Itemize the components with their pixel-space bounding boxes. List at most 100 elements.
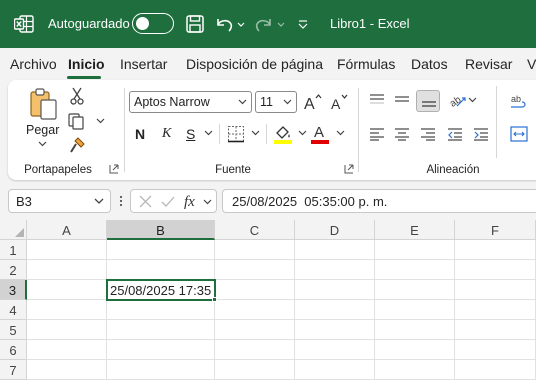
insert-function-icon[interactable]: fx: [183, 193, 201, 210]
grid-cell[interactable]: [27, 300, 107, 320]
grid-cell[interactable]: [107, 240, 215, 260]
grid-cell[interactable]: [295, 280, 375, 300]
tab-formulas[interactable]: Fórmulas: [337, 56, 395, 72]
wrap-text-icon[interactable]: ab: [510, 93, 528, 111]
borders-dropdown-icon[interactable]: [251, 130, 260, 136]
font-color-button[interactable]: A: [311, 124, 331, 144]
grid-cell[interactable]: [107, 300, 215, 320]
active-cell-b3[interactable]: 25/08/2025 17:35: [106, 279, 216, 301]
tab-vista[interactable]: V: [527, 56, 536, 72]
column-header-a[interactable]: A: [27, 220, 107, 240]
customize-toolbar-icon[interactable]: [297, 13, 309, 35]
tab-revisar[interactable]: Revisar: [465, 56, 512, 72]
chevron-down-icon[interactable]: [203, 199, 212, 205]
decrease-font-size-icon[interactable]: A: [330, 92, 350, 112]
grid-cell[interactable]: [375, 260, 455, 280]
tab-insertar[interactable]: Insertar: [120, 56, 167, 72]
grid-cell[interactable]: [107, 360, 215, 380]
align-right-icon[interactable]: [420, 127, 436, 141]
row-header-2[interactable]: 2: [0, 260, 27, 280]
row-header-4[interactable]: 4: [0, 300, 27, 320]
grid-cell[interactable]: [295, 240, 375, 260]
grid-cell[interactable]: [27, 340, 107, 360]
grid-cell[interactable]: [27, 280, 107, 300]
row-header-7[interactable]: 7: [0, 360, 27, 380]
grid-cell[interactable]: [107, 320, 215, 340]
align-left-icon[interactable]: [369, 127, 385, 141]
redo-dropdown-icon[interactable]: [276, 13, 286, 35]
underline-dropdown-icon[interactable]: [204, 130, 213, 136]
grid-cell[interactable]: [375, 280, 455, 300]
row-header-5[interactable]: 5: [0, 320, 27, 340]
grid-cell[interactable]: [215, 260, 295, 280]
increase-indent-icon[interactable]: [473, 127, 489, 141]
grid-cell[interactable]: [375, 360, 455, 380]
grid-cell[interactable]: [295, 300, 375, 320]
tab-datos[interactable]: Datos: [411, 56, 448, 72]
tab-inicio[interactable]: Inicio: [68, 56, 105, 72]
row-header-3[interactable]: 3: [0, 280, 27, 300]
undo-icon[interactable]: [214, 13, 234, 35]
grid-cell[interactable]: [215, 360, 295, 380]
italic-button[interactable]: K: [162, 126, 171, 142]
column-header-e[interactable]: E: [375, 220, 455, 240]
autosave-toggle[interactable]: [132, 13, 174, 34]
grid-cell[interactable]: [27, 320, 107, 340]
align-bottom-button[interactable]: [416, 90, 440, 112]
font-size-combo[interactable]: 11: [255, 91, 297, 113]
select-all-corner[interactable]: [0, 220, 27, 240]
grid-cell[interactable]: [455, 340, 536, 360]
grid-cell[interactable]: [375, 320, 455, 340]
font-dialog-launcher-icon[interactable]: [344, 164, 354, 174]
underline-button[interactable]: S: [186, 126, 195, 142]
formula-input[interactable]: 25/08/2025 05:35:00 p. m.: [222, 189, 536, 213]
borders-icon[interactable]: [227, 125, 245, 143]
grid-cell[interactable]: [375, 240, 455, 260]
grid-cell[interactable]: [215, 300, 295, 320]
grid-cell[interactable]: [215, 280, 295, 300]
grid-cell[interactable]: [455, 260, 536, 280]
cancel-icon[interactable]: [139, 195, 152, 208]
name-box[interactable]: B3: [8, 189, 111, 213]
grid-cell[interactable]: [27, 240, 107, 260]
tab-archivo[interactable]: Archivo: [10, 56, 57, 72]
grid-cell[interactable]: [375, 340, 455, 360]
paste-dropdown-icon[interactable]: [38, 141, 47, 147]
grid-cell[interactable]: [215, 320, 295, 340]
copy-dropdown-icon[interactable]: [96, 118, 105, 124]
save-icon[interactable]: [186, 13, 204, 35]
increase-font-size-icon[interactable]: A: [303, 92, 323, 112]
row-header-1[interactable]: 1: [0, 240, 27, 260]
cut-icon[interactable]: [70, 87, 84, 105]
grid-cell[interactable]: [27, 260, 107, 280]
format-painter-icon[interactable]: [69, 137, 86, 154]
grid-cell[interactable]: [27, 360, 107, 380]
grid-cell[interactable]: [455, 240, 536, 260]
grid-cell[interactable]: [375, 300, 455, 320]
column-header-b[interactable]: B: [107, 220, 215, 240]
merge-center-icon[interactable]: [510, 126, 528, 142]
row-header-6[interactable]: 6: [0, 340, 27, 360]
fill-handle[interactable]: [212, 297, 217, 302]
align-middle-icon[interactable]: [394, 93, 410, 107]
grid-cell[interactable]: [295, 360, 375, 380]
grid-cell[interactable]: [107, 260, 215, 280]
paste-label[interactable]: Pegar: [26, 123, 59, 137]
fill-color-icon[interactable]: [273, 124, 293, 144]
enter-check-icon[interactable]: [161, 195, 175, 208]
grid-cell[interactable]: [295, 340, 375, 360]
tab-disposicion-pagina[interactable]: Disposición de página: [186, 56, 323, 72]
column-header-c[interactable]: C: [215, 220, 295, 240]
grid-cell[interactable]: [455, 300, 536, 320]
grid-cell[interactable]: [215, 240, 295, 260]
grid-cell[interactable]: [215, 340, 295, 360]
grid-cell[interactable]: [455, 360, 536, 380]
copy-icon[interactable]: [68, 113, 86, 130]
grid-cell[interactable]: [107, 340, 215, 360]
font-color-dropdown-icon[interactable]: [336, 130, 345, 136]
orientation-icon[interactable]: ab: [448, 91, 466, 109]
font-name-combo[interactable]: Aptos Narrow: [129, 91, 252, 113]
grid-cell[interactable]: [295, 320, 375, 340]
grid-cell[interactable]: [295, 260, 375, 280]
undo-dropdown-icon[interactable]: [236, 13, 246, 35]
